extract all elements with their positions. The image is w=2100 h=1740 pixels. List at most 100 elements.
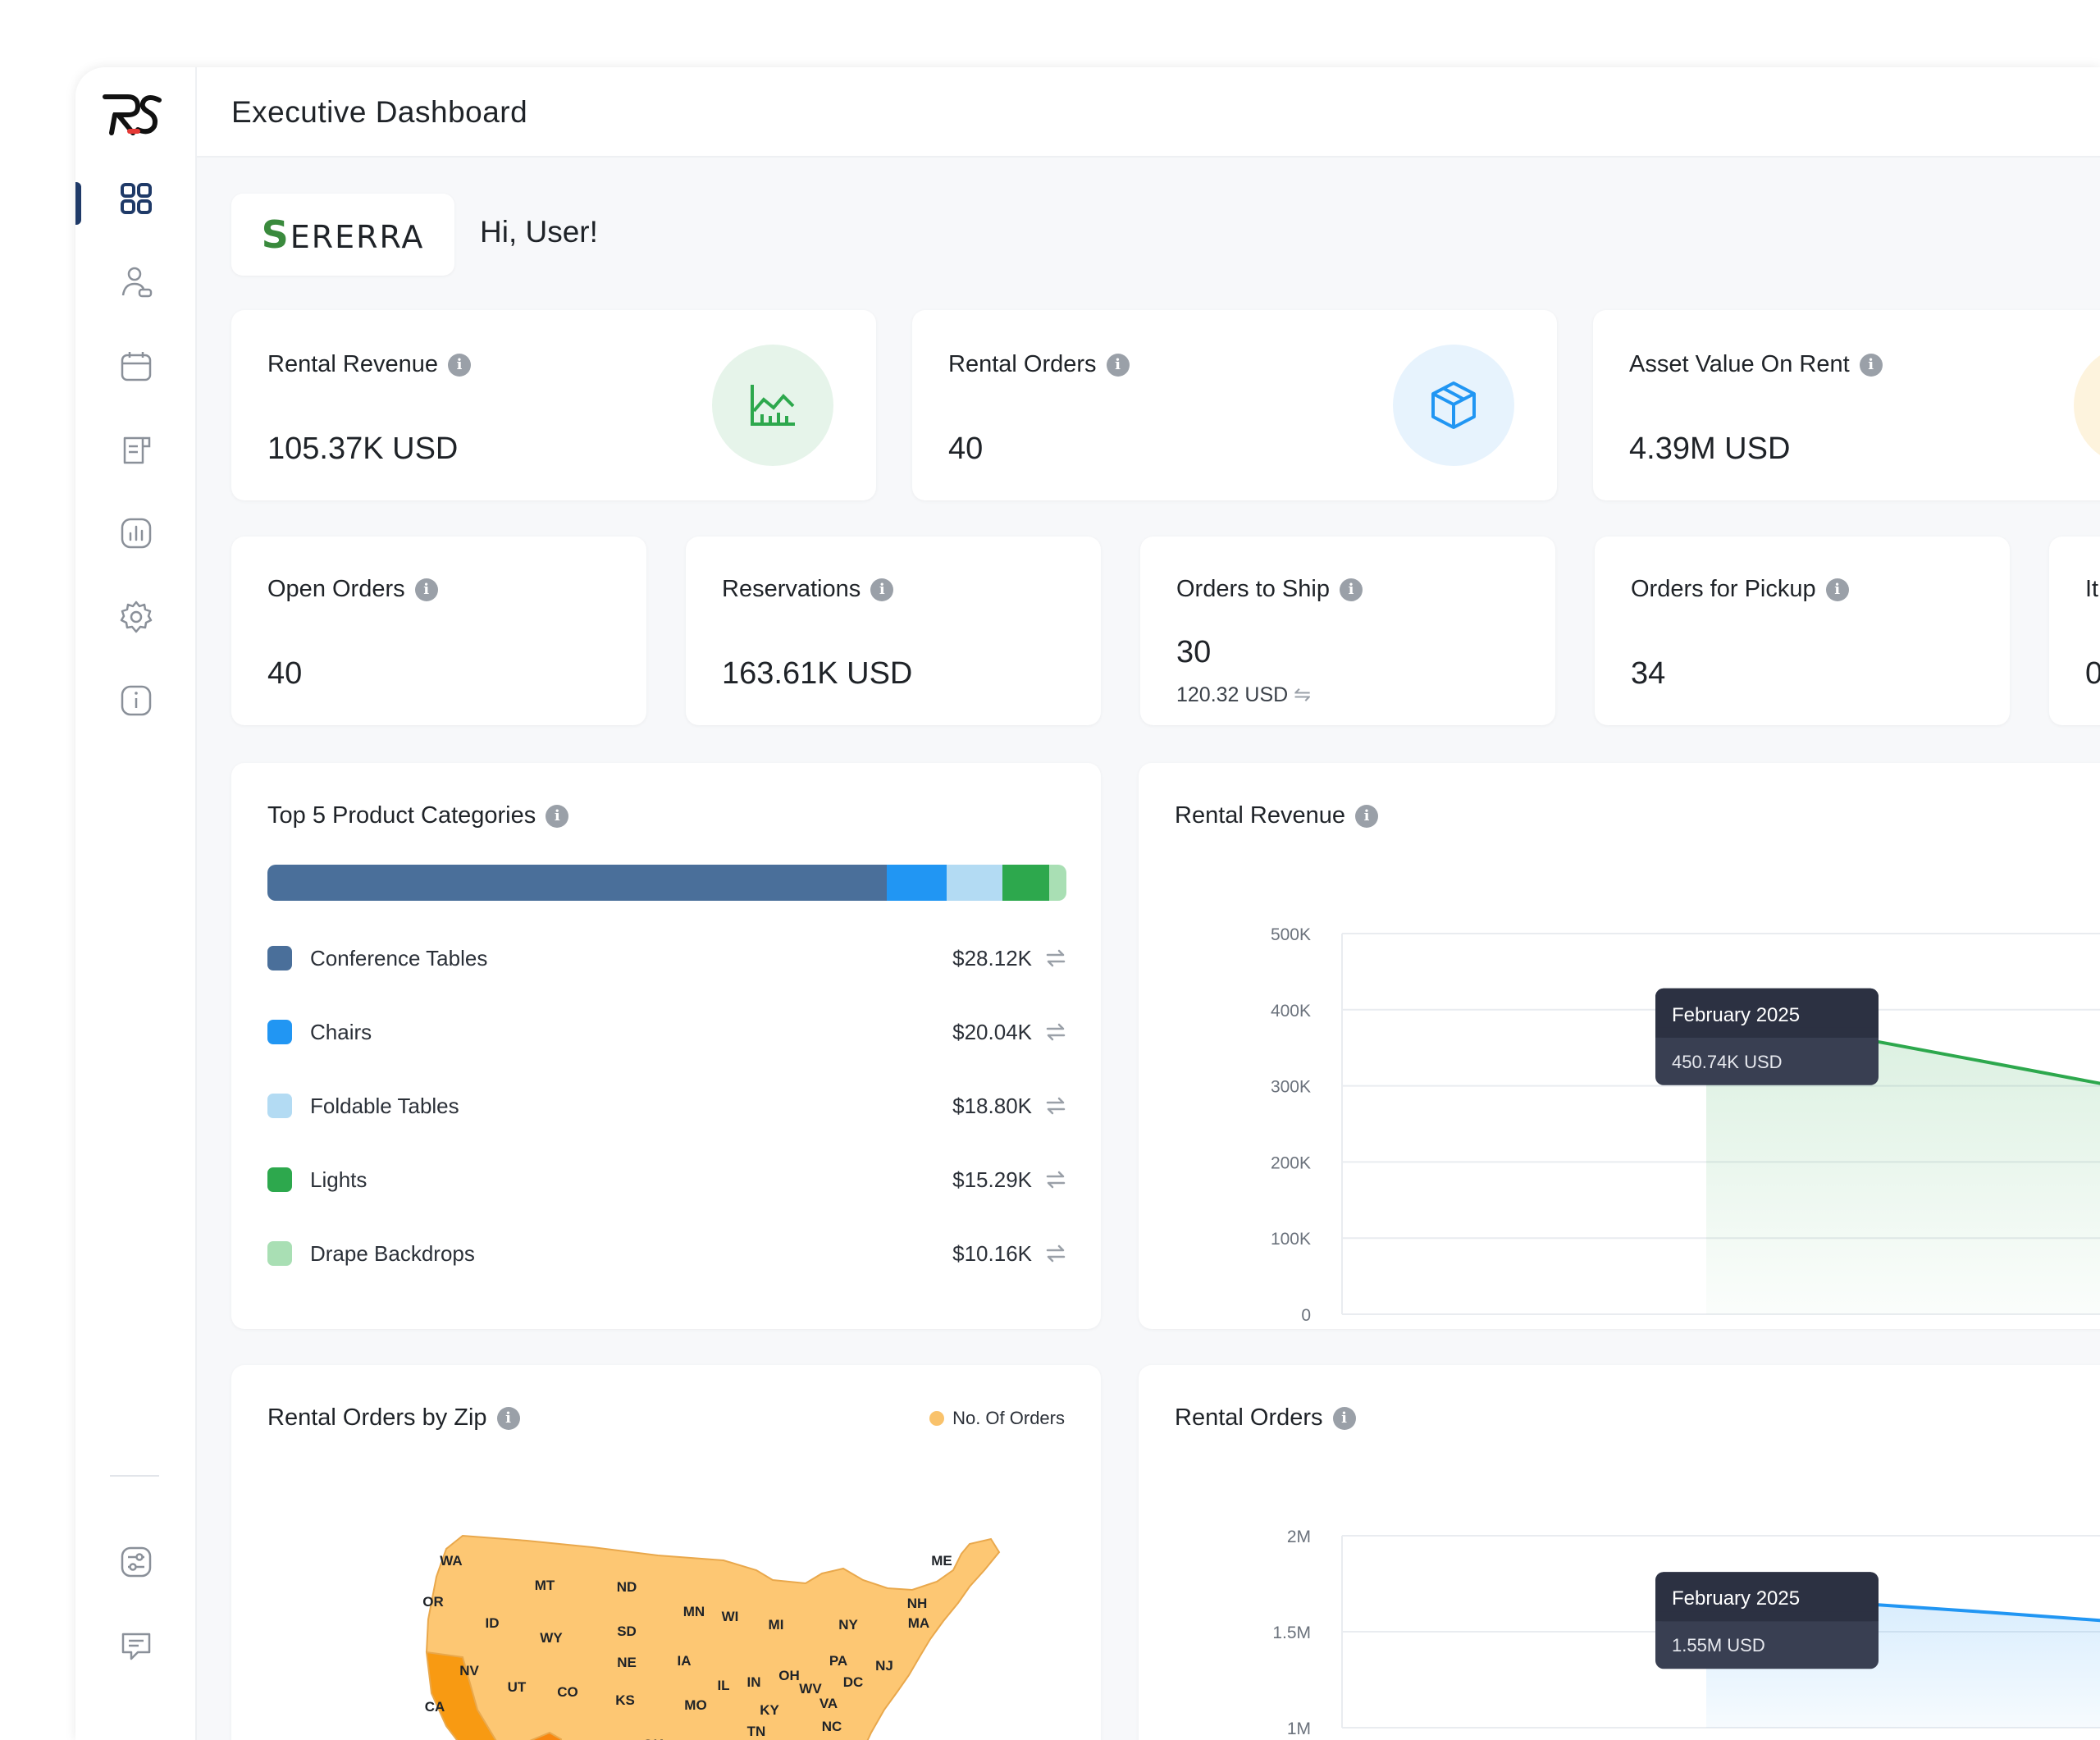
kpi-card-reservations[interactable]: Reservations i 163.61K USD [686, 537, 1101, 725]
category-bar-segment[interactable] [886, 865, 947, 901]
asset-badge [2074, 345, 2100, 466]
swap-icon[interactable] [1045, 1095, 1066, 1117]
state-label: DC [843, 1674, 864, 1690]
state-label: IN [747, 1674, 761, 1690]
category-bar-segment[interactable] [267, 865, 887, 901]
page-title: Executive Dashboard [231, 95, 528, 129]
state-label: MT [535, 1578, 555, 1593]
category-bar-segment[interactable] [1002, 865, 1049, 901]
info-icon[interactable]: i [414, 578, 438, 601]
state-label: WI [722, 1609, 739, 1624]
state-label: CA [425, 1699, 445, 1715]
kpi-label: Asset Value On Rent [1629, 351, 1850, 377]
info-icon[interactable]: i [546, 804, 569, 828]
swap-icon[interactable] [1045, 1021, 1066, 1043]
us-map[interactable]: WAORCANVIDMTWYUTAZCONMNDSDNEKSOKTXMNIAMO… [231, 1365, 1101, 1740]
kpi-card-partial[interactable]: It 0 [2049, 537, 2100, 725]
sidebar-item-info[interactable] [75, 668, 197, 733]
swap-icon[interactable] [1045, 1169, 1066, 1190]
sidebar-item-customers[interactable] [75, 249, 197, 315]
kpi-label: Open Orders [267, 576, 405, 602]
state-label: MN [683, 1604, 705, 1619]
kpi-card-open-orders[interactable]: Open Orders i 40 [231, 537, 646, 725]
state-label: OK [642, 1737, 664, 1740]
legend-swatch [267, 1167, 292, 1192]
category-value: $20.04K [952, 1019, 1032, 1044]
info-icon[interactable]: i [1825, 578, 1849, 601]
kpi-card-asset-value[interactable]: Asset Value On Rent i 4.39M USD [1593, 310, 2100, 500]
state-label: ID [486, 1615, 500, 1631]
category-legend-row[interactable]: Conference Tables $28.12K [267, 940, 1066, 976]
state-label: NC [822, 1719, 842, 1734]
category-legend-row[interactable]: Lights $15.29K [267, 1162, 1066, 1198]
sidebar-item-calendar[interactable] [75, 333, 197, 399]
info-icon [121, 685, 152, 716]
sidebar-item-feedback[interactable] [75, 1613, 197, 1678]
category-legend-row[interactable]: Foldable Tables $18.80K [267, 1088, 1066, 1124]
y-tick-label: 300K [1271, 1078, 1311, 1097]
sidebar-item-reports[interactable] [75, 500, 197, 566]
kpi-card-rental-orders[interactable]: Rental Orders i 40 [912, 310, 1557, 500]
info-icon[interactable]: i [1859, 353, 1883, 377]
y-tick-label: 100K [1271, 1230, 1311, 1249]
swap-icon[interactable]: ⇋ [1294, 683, 1311, 706]
tooltip-header-fill [1655, 1611, 1879, 1622]
calendar-icon [121, 352, 152, 381]
category-legend-row[interactable]: Chairs $20.04K [267, 1014, 1066, 1050]
state-label: UT [508, 1679, 527, 1695]
kpi-value: 4.39M USD [1629, 432, 1791, 466]
category-name: Chairs [310, 1019, 372, 1044]
swap-icon[interactable] [1045, 948, 1066, 969]
state-label: SD [617, 1624, 637, 1639]
y-tick-label: 200K [1271, 1153, 1311, 1172]
state-label: NY [838, 1617, 858, 1633]
sidebar-item-dashboard[interactable] [75, 166, 197, 231]
kpi-card-rental-revenue[interactable]: Rental Revenue i 105.37K USD [231, 310, 876, 500]
y-tick-label: 400K [1271, 1002, 1311, 1021]
rs-logo[interactable] [100, 90, 164, 139]
info-icon[interactable]: i [1339, 578, 1363, 601]
orders-badge [1393, 345, 1514, 466]
revenue-chart-icon [751, 385, 795, 426]
state-label: MA [908, 1615, 929, 1631]
sidebar-item-orders[interactable] [75, 417, 197, 482]
info-icon[interactable]: i [870, 578, 894, 601]
receipt-icon [123, 436, 151, 464]
category-value: $28.12K [952, 945, 1032, 970]
sidebar-item-filters[interactable] [75, 1529, 197, 1595]
state-label: ND [617, 1579, 637, 1595]
kpi-label: It [2085, 576, 2099, 602]
state-label: CO [557, 1684, 578, 1700]
category-name: Conference Tables [310, 945, 488, 970]
category-legend-row[interactable]: Drape Backdrops $10.16K [267, 1235, 1066, 1272]
state-label: PA [829, 1653, 847, 1669]
dashboard-grid-icon [121, 183, 152, 214]
app-window: Executive Dashboard SERERRA Hi, User! Re… [75, 67, 2100, 1740]
category-stacked-bar[interactable] [267, 865, 1066, 901]
kpi-card-orders-for-pickup[interactable]: Orders for Pickup i 34 [1595, 537, 2010, 725]
category-bar-segment[interactable] [1048, 865, 1066, 901]
kpi-value: 40 [948, 432, 984, 466]
info-icon[interactable]: i [1106, 353, 1130, 377]
state-label: MI [769, 1617, 784, 1633]
sidebar-item-settings[interactable] [75, 584, 197, 650]
swap-icon[interactable] [1045, 1243, 1066, 1264]
orders-by-zip-card: Rental Orders by Zip i No. Of Orders WA OR… [231, 1365, 1101, 1740]
kpi-value: 0 [2085, 656, 2100, 691]
company-logo-card: SERERRA [231, 194, 454, 276]
rental-orders-chart[interactable]: 1M 1.5M 2M February 2025 1.55M USD [1139, 1365, 2100, 1740]
chart-tooltip: February 2025 1.55M USD [1655, 1572, 1879, 1669]
greeting-text: Hi, User! [480, 215, 598, 249]
rental-revenue-chart[interactable]: 0 100K 200K 300K 400K 500K February 2025 450.74… [1139, 763, 2100, 1329]
tooltip-title: February 2025 [1672, 1587, 1800, 1610]
y-tick-label: 1.5M [1272, 1624, 1311, 1642]
info-icon[interactable]: i [447, 353, 471, 377]
kpi-label: Reservations [722, 576, 861, 602]
state-label: WA [440, 1553, 462, 1569]
kpi-card-orders-to-ship[interactable]: Orders to Ship i 30 120.32 USD ⇋ [1140, 537, 1555, 725]
legend-swatch [267, 1241, 292, 1266]
state-label: OR [422, 1594, 444, 1610]
state-label: ME [931, 1553, 952, 1569]
category-bar-segment[interactable] [946, 865, 1003, 901]
tooltip-value: 1.55M USD [1672, 1635, 1765, 1656]
